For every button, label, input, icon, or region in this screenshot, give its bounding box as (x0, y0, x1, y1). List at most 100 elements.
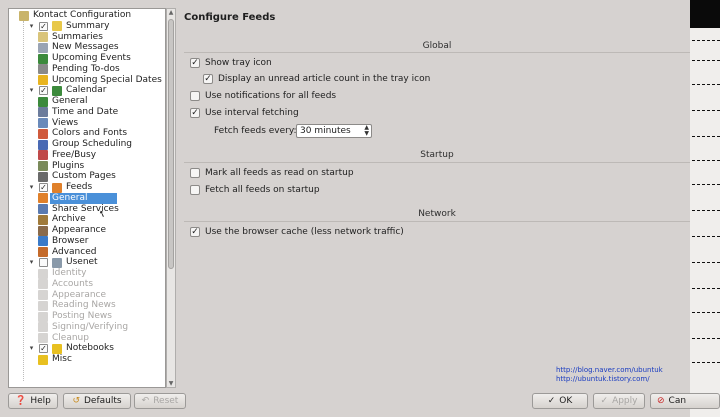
summary-icon (52, 21, 62, 32)
tree-item-checkbox[interactable] (39, 258, 48, 268)
tree-item[interactable]: Advanced (9, 247, 165, 258)
special-dates-icon (38, 75, 48, 85)
tree-item[interactable]: Plugins (9, 161, 165, 172)
spin-arrows-icon[interactable]: ▲ ▼ (364, 125, 369, 137)
mark-read-option[interactable]: Mark all feeds as read on startup (190, 168, 354, 178)
cancel-button[interactable]: ⊘ Can (650, 393, 720, 409)
reset-label: Reset (153, 396, 179, 406)
tree-item[interactable]: Cleanup (9, 333, 165, 344)
help-button[interactable]: ❓ Help (8, 393, 58, 409)
tree-item[interactable]: Upcoming Special Dates (9, 75, 165, 86)
tree-item-label: Kontact Configuration (33, 10, 132, 20)
url-line: http://ubuntuk.tistory.com/ (556, 375, 650, 383)
tree-item[interactable]: Time and Date (9, 107, 165, 118)
notifications-option[interactable]: Use notifications for all feeds (190, 91, 336, 101)
signing-icon (38, 322, 48, 333)
config-tree[interactable]: Kontact Configuration ▾ ✓ Summary Summaries N… (8, 8, 166, 388)
browser-cache-option[interactable]: ✓ Use the browser cache (less network tr… (190, 227, 404, 237)
url-watermark: http://blog.naver.com/ubuntuk http://ubu… (556, 366, 663, 384)
feeds-icon (52, 182, 62, 193)
tree-item[interactable]: Appearance (9, 225, 165, 236)
show-tray-option[interactable]: ✓ Show tray icon (190, 58, 272, 68)
archive-icon (38, 214, 48, 225)
expander-icon[interactable]: ▾ (27, 183, 36, 192)
tree-item-label: Appearance (52, 289, 107, 300)
ok-button[interactable]: ✓ OK (532, 393, 588, 409)
summaries-icon (38, 32, 48, 42)
tree-item[interactable]: Colors and Fonts (9, 128, 165, 139)
tree-item[interactable]: Summaries (9, 32, 165, 43)
tree-guide-line (23, 21, 24, 381)
tree-item[interactable]: Share Services (9, 204, 165, 215)
tree-item-checkbox[interactable]: ✓ (39, 344, 48, 354)
apply-button[interactable]: ✓ Apply (593, 393, 645, 409)
tree-item[interactable]: Archive (9, 214, 165, 225)
tree-item-label: Posting News (52, 311, 112, 321)
browser-cache-checkbox[interactable]: ✓ (190, 227, 200, 237)
tree-item[interactable]: ▾ ✓ Feeds (9, 182, 165, 193)
tree-item-checkbox[interactable]: ✓ (39, 86, 48, 96)
tree-item-label: Signing/Verifying (52, 321, 129, 332)
defaults-button[interactable]: ↺ Defaults (63, 393, 131, 409)
expander-icon[interactable]: ▾ (27, 22, 36, 31)
mark-read-checkbox[interactable] (190, 168, 200, 178)
unread-count-option[interactable]: ✓ Display an unread article count in the… (203, 74, 430, 84)
group-icon (38, 139, 48, 150)
scroll-down-icon[interactable]: ▼ (167, 380, 175, 387)
tree-item[interactable]: Free/Busy (9, 150, 165, 161)
tree-item[interactable]: Reading News (9, 300, 165, 311)
cancel-icon: ⊘ (657, 396, 665, 406)
interval-option[interactable]: ✓ Use interval fetching (190, 108, 299, 118)
tree-item[interactable]: ▾ ✓ Notebooks (9, 343, 165, 354)
expander-icon[interactable]: ▾ (27, 258, 36, 267)
tree-item[interactable]: Kontact Configuration (9, 10, 165, 21)
tree-item-checkbox[interactable]: ✓ (39, 21, 48, 31)
scroll-up-icon[interactable]: ▲ (167, 9, 175, 16)
fetch-interval-spinbox[interactable]: 30 minutes ▲ ▼ (296, 124, 372, 138)
tree-item-label: Misc (52, 354, 72, 364)
expander-icon[interactable]: ▾ (27, 86, 36, 95)
notifications-checkbox[interactable] (190, 91, 200, 101)
tree-item[interactable]: New Messages (9, 42, 165, 53)
tree-item-label: Views (52, 117, 79, 128)
tree-item[interactable]: ▾ ✓ Calendar (9, 85, 165, 96)
tree-scrollbar[interactable]: ▲ ▼ (166, 8, 176, 388)
accounts-icon (38, 279, 48, 290)
interval-checkbox[interactable]: ✓ (190, 108, 200, 118)
tree-item-label: Calendar (66, 85, 107, 96)
tree-item[interactable]: ▾ Usenet (9, 257, 165, 268)
tree-item[interactable]: Browser (9, 236, 165, 247)
tree-item[interactable]: General (9, 96, 165, 107)
tree-item[interactable]: Posting News (9, 311, 165, 322)
fetch-startup-option[interactable]: Fetch all feeds on startup (190, 185, 320, 195)
tree-item[interactable]: Identity (9, 268, 165, 279)
tree-item[interactable]: Custom Pages (9, 171, 165, 182)
fetch-startup-label: Fetch all feeds on startup (205, 185, 320, 195)
tree-item[interactable]: Group Scheduling (9, 139, 165, 150)
tree-item-checkbox[interactable]: ✓ (39, 183, 48, 192)
tree-item[interactable]: Signing/Verifying (9, 322, 165, 333)
reset-button[interactable]: ↶ Reset (134, 393, 186, 409)
browser-cache-label: Use the browser cache (less network traf… (205, 227, 404, 237)
fetch-startup-checkbox[interactable] (190, 185, 200, 195)
tree-item[interactable]: Pending To-dos (9, 64, 165, 75)
misc-icon (38, 354, 48, 365)
scrollbar-thumb[interactable] (168, 19, 174, 269)
unread-count-checkbox[interactable]: ✓ (203, 74, 213, 84)
notifications-label: Use notifications for all feeds (205, 91, 337, 101)
tree-item-label: General (52, 96, 88, 106)
expander-icon[interactable]: ▾ (27, 344, 36, 353)
show-tray-checkbox[interactable]: ✓ (190, 58, 200, 68)
tree-item[interactable]: Upcoming Events (9, 53, 165, 64)
tree-item[interactable]: ▾ ✓ Summary (9, 21, 165, 32)
calendar-icon (38, 53, 48, 64)
tree-item-label: Browser (52, 235, 89, 246)
tree-item[interactable]: Views (9, 118, 165, 129)
palette-icon (38, 128, 48, 139)
tree-item-label: Usenet (66, 257, 98, 268)
tree-item[interactable]: Appearance (9, 290, 165, 301)
tree-item[interactable]: Accounts (9, 279, 165, 290)
tree-item[interactable]: General (9, 192, 165, 204)
tree-item[interactable]: Misc (9, 354, 165, 365)
tree-item-label: Notebooks (66, 343, 114, 354)
